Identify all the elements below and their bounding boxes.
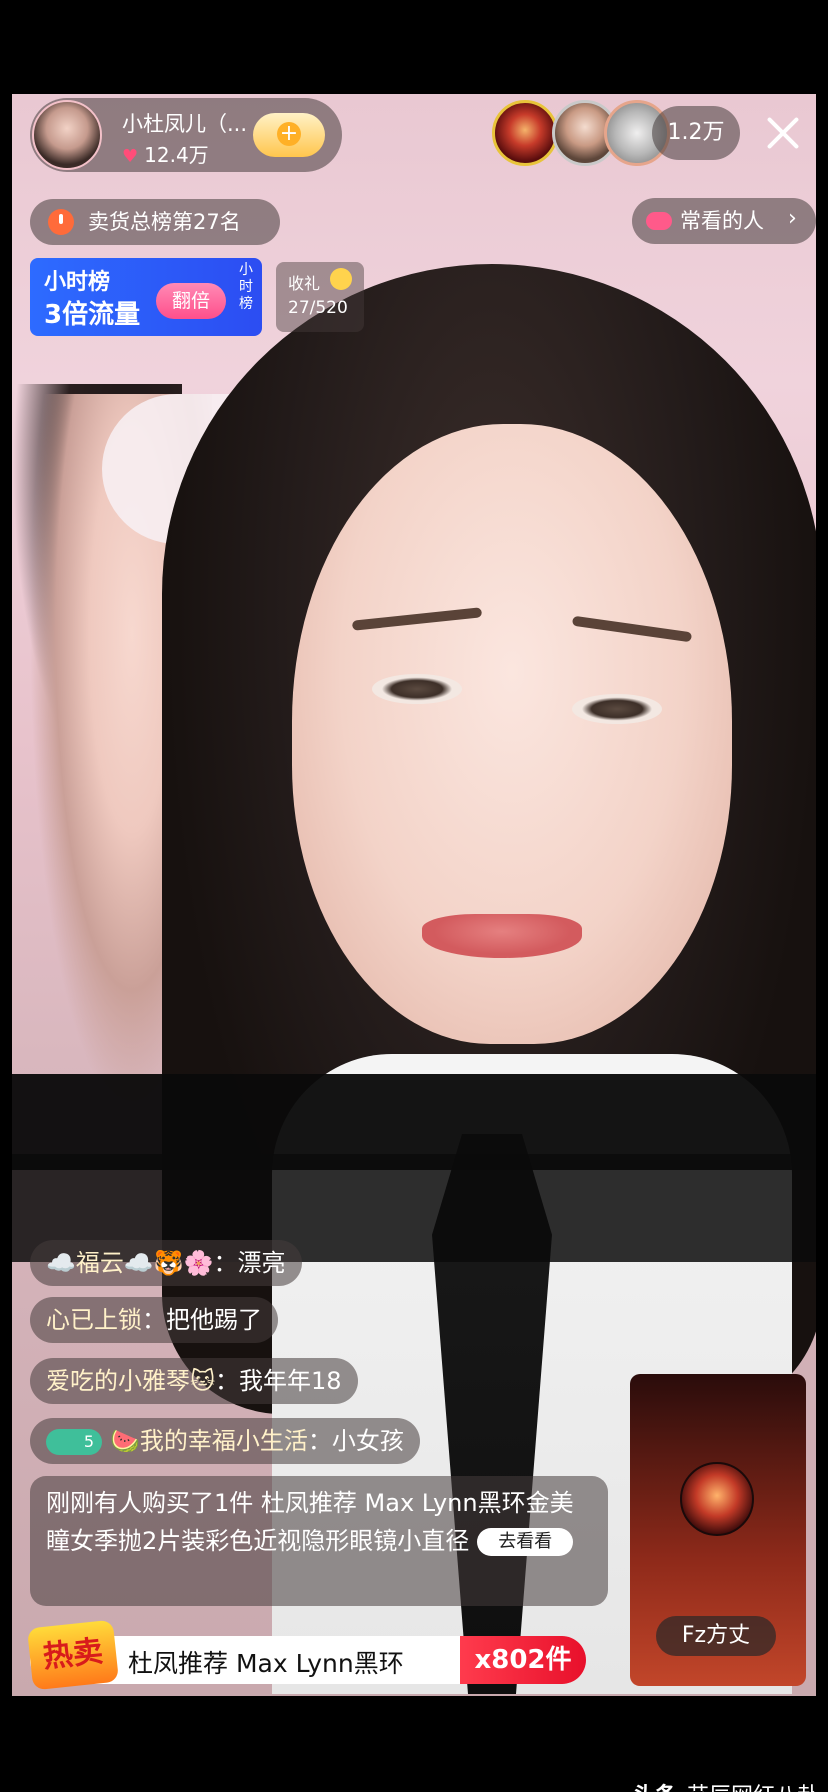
comment-nick[interactable]: ☁️福云☁️🐯🌸 <box>46 1249 214 1277</box>
comment-row: 爱吃的小雅琴🐱：我年年18 <box>30 1358 358 1404</box>
host-name[interactable]: 小杜凤儿（... <box>122 108 247 138</box>
comment-text: 把他踢了 <box>166 1306 262 1334</box>
beer-icon <box>330 268 352 290</box>
double-button[interactable]: 翻倍 <box>156 283 226 319</box>
watermark-brand: 头条 <box>633 1784 677 1792</box>
heart-icon: ♥ <box>122 146 139 167</box>
clock-icon <box>48 209 74 235</box>
follow-button[interactable]: + <box>253 113 325 157</box>
hot-sale-badge: 热卖 <box>26 1619 120 1691</box>
lips <box>422 914 582 958</box>
comment-nick[interactable]: 🍉我的幸福小生活 <box>110 1427 308 1455</box>
chevron-right-icon: › <box>788 206 797 231</box>
hour-board-subtitle: 3倍流量 <box>44 300 141 330</box>
hour-board-side-label: 小时榜 <box>239 262 253 312</box>
gift-progress: 27/520 <box>288 298 348 318</box>
hot-product-count[interactable]: x802件 <box>460 1636 586 1684</box>
linked-user-avatar[interactable] <box>680 1462 754 1536</box>
comment-text: 漂亮 <box>237 1249 286 1277</box>
watermark-author: 艾辰网红八卦 <box>687 1784 819 1792</box>
level-badge: 5 <box>46 1429 102 1455</box>
go-look-button[interactable]: 去看看 <box>477 1528 574 1556</box>
purchase-notice: 刚刚有人购买了1件 杜凤推荐 Max Lynn黑环金美瞳女季抛2片装彩色近视隐形… <box>30 1476 608 1606</box>
close-icon[interactable] <box>758 108 808 158</box>
hour-board-title: 小时榜 <box>44 270 111 295</box>
linked-user-name[interactable]: Fz方丈 <box>656 1616 776 1656</box>
comment-nick[interactable]: 心已上锁 <box>46 1306 142 1334</box>
gift-title: 收礼 <box>288 274 321 293</box>
comment-text: 我年年18 <box>239 1367 342 1395</box>
hot-product-name[interactable]: 杜凤推荐 Max Lynn黑环 <box>128 1644 404 1680</box>
plus-icon: + <box>277 122 301 146</box>
eye-left <box>372 674 462 704</box>
comment-row: ☁️福云☁️🐯🌸：漂亮 <box>30 1240 302 1286</box>
watermark: 头条 艾辰网红八卦 <box>633 1778 819 1792</box>
comment-nick[interactable]: 爱吃的小雅琴🐱 <box>46 1367 215 1395</box>
likes-count: 12.4万 <box>144 143 209 167</box>
viewer-avatar[interactable] <box>492 100 558 166</box>
people-icon <box>646 212 672 230</box>
host-avatar[interactable] <box>32 100 102 170</box>
eye-right <box>572 694 662 724</box>
viewer-count[interactable]: 1.2万 <box>652 106 740 160</box>
comment-text: 小女孩 <box>331 1427 404 1455</box>
host-likes: ♥ 12.4万 <box>122 139 209 168</box>
comment-row: 5 🍉我的幸福小生活：小女孩 <box>30 1418 420 1464</box>
comment-row: 心已上锁：把他踢了 <box>30 1297 278 1343</box>
